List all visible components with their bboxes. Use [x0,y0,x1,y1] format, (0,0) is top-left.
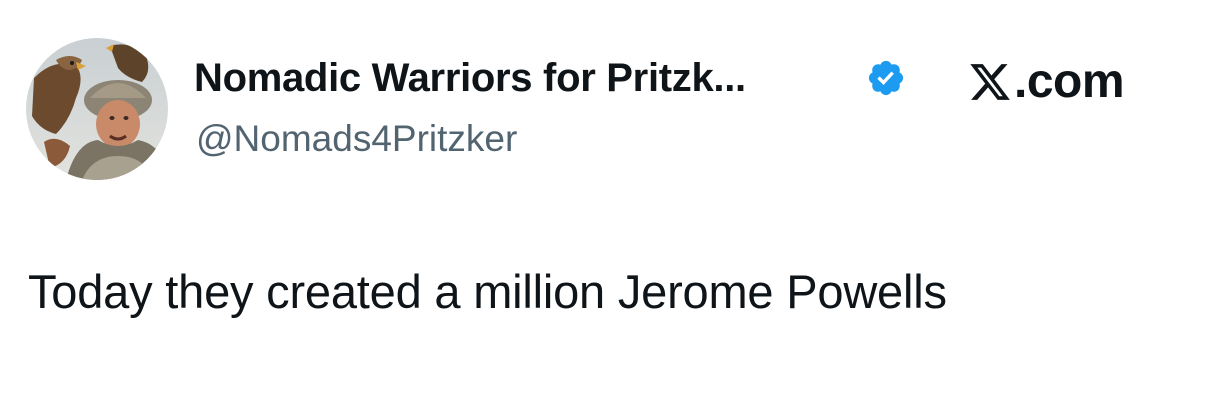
brand-domain-text: .com [1014,55,1125,108]
tweet-text: Today they created a million Jerome Powe… [28,265,947,318]
author-avatar[interactable] [26,38,168,180]
author-handle[interactable]: @Nomads4Pritzker [196,115,517,163]
tweet-card: Nomadic Warriors for Pritzk... @Nomads4P… [0,0,1206,410]
avatar-image [26,38,168,180]
verified-badge-icon [868,60,904,96]
x-com-brand: .com [968,55,1125,108]
author-display-name[interactable]: Nomadic Warriors for Pritzk... [194,52,746,104]
x-logo-icon [970,64,1010,100]
